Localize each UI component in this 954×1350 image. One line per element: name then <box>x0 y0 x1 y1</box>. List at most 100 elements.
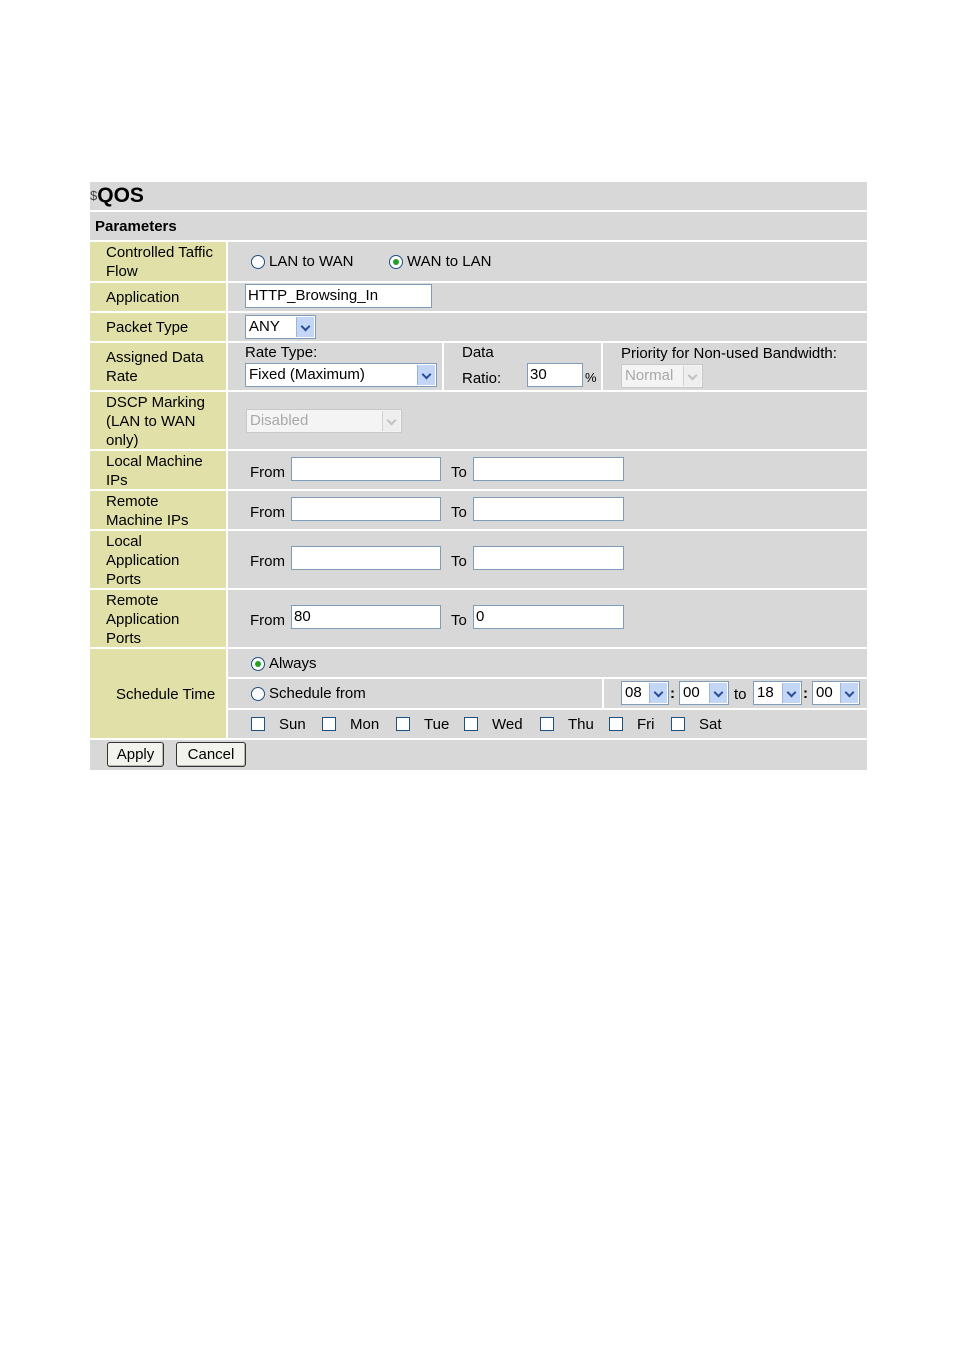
option-wan-to-lan[interactable]: WAN to LAN <box>407 253 491 270</box>
to-label: To <box>451 553 467 570</box>
local-ip-from-input[interactable] <box>291 457 441 481</box>
value-cell: From To <box>228 451 867 489</box>
label-schedule: Schedule Time <box>90 649 226 738</box>
ratio-label: Ratio: <box>462 370 502 387</box>
checkbox-mon[interactable] <box>322 717 336 731</box>
checkbox-thu[interactable] <box>540 717 554 731</box>
row-local-ports: Local Application Ports From To <box>90 531 867 588</box>
checkbox-sat[interactable] <box>671 717 685 731</box>
value-cell: From To <box>228 531 867 588</box>
label-assigned-rate: Assigned Data Rate <box>90 343 226 390</box>
chevron-down-icon <box>649 683 667 703</box>
rate-type-value: Fixed (Maximum) <box>249 366 365 383</box>
start-hour-value: 08 <box>625 684 642 701</box>
label-local-ports: Local Application Ports <box>90 531 226 588</box>
label-local-ips: Local Machine IPs <box>90 451 226 489</box>
row-local-ips: Local Machine IPs From To <box>90 451 867 489</box>
remote-ip-from-input[interactable] <box>291 497 441 521</box>
day-label-thu: Thu <box>568 716 594 733</box>
apply-button[interactable]: Apply <box>107 742 164 767</box>
label-remote-ports: Remote Application Ports <box>90 590 226 647</box>
label-line: Rate <box>106 368 138 385</box>
remote-port-from-input[interactable]: 80 <box>291 605 441 629</box>
schedule-days-cell: Sun Mon Tue Wed Thu Fri Sat <box>228 710 867 738</box>
row-remote-ips: Remote Machine IPs From To <box>90 491 867 529</box>
dscp-value: Disabled <box>250 412 309 429</box>
local-port-from-input[interactable] <box>291 546 441 570</box>
title-text: QOS <box>97 184 144 207</box>
label-line: Assigned Data <box>106 349 204 366</box>
value-cell: ANY <box>228 313 867 341</box>
to-label: to <box>734 686 747 703</box>
label-line: Local Machine <box>106 452 203 470</box>
time-colon: : <box>803 685 808 702</box>
chevron-down-icon <box>782 683 800 703</box>
row-application: Application HTTP_Browsing_In <box>90 283 867 311</box>
schedule-from-label[interactable]: Schedule from <box>269 685 366 702</box>
priority-select[interactable]: Normal <box>621 364 703 388</box>
day-label-fri: Fri <box>637 716 655 733</box>
radio-lan-to-wan[interactable] <box>251 255 265 269</box>
radio-wan-to-lan[interactable] <box>389 255 403 269</box>
label-line: Application <box>106 610 180 628</box>
to-label: To <box>451 504 467 521</box>
start-min-value: 00 <box>683 684 700 701</box>
from-label: From <box>250 464 285 481</box>
checkbox-fri[interactable] <box>609 717 623 731</box>
label-line: Flow <box>106 263 138 280</box>
label-line: Application <box>106 551 180 569</box>
percent-sign: % <box>585 370 597 385</box>
ratio-input[interactable]: 30 <box>527 363 583 387</box>
label-line: (LAN to WAN <box>106 412 196 430</box>
data-label: Data <box>462 344 494 361</box>
rate-type-select[interactable]: Fixed (Maximum) <box>245 363 437 387</box>
cancel-button[interactable]: Cancel <box>176 742 246 767</box>
label-line: Local <box>106 532 142 550</box>
checkbox-sun[interactable] <box>251 717 265 731</box>
remote-ip-to-input[interactable] <box>473 497 624 521</box>
packet-type-value: ANY <box>249 318 280 335</box>
label-line: Remote <box>106 492 159 510</box>
remote-port-to-input[interactable]: 0 <box>473 605 624 629</box>
label-line: Ports <box>106 629 142 647</box>
option-lan-to-wan[interactable]: LAN to WAN <box>269 253 353 270</box>
from-label: From <box>250 504 285 521</box>
label-line: DSCP Marking <box>106 393 205 411</box>
radio-schedule-from[interactable] <box>251 687 265 701</box>
time-colon: : <box>670 685 675 702</box>
from-label: From <box>250 612 285 629</box>
row-schedule: Schedule Time Always Schedule from 08 : … <box>90 649 867 738</box>
label-line: Ports <box>106 570 142 588</box>
label-line: Remote <box>106 591 159 609</box>
to-label: To <box>451 464 467 481</box>
local-ip-to-input[interactable] <box>473 457 624 481</box>
dscp-select[interactable]: Disabled <box>246 409 402 433</box>
row-assigned-rate: Assigned Data Rate Rate Type: Fixed (Maxi… <box>90 343 867 390</box>
checkbox-tue[interactable] <box>396 717 410 731</box>
packet-type-select[interactable]: ANY <box>245 315 316 339</box>
row-dscp: DSCP Marking (LAN to WAN only) Disabled <box>90 392 867 449</box>
checkbox-wed[interactable] <box>464 717 478 731</box>
radio-always[interactable] <box>251 657 265 671</box>
chevron-down-icon <box>382 411 400 431</box>
application-input[interactable]: HTTP_Browsing_In <box>245 284 432 308</box>
always-label[interactable]: Always <box>269 655 317 672</box>
value-cell: HTTP_Browsing_In <box>228 283 867 311</box>
label-line: IPs <box>106 471 128 489</box>
end-hour-value: 18 <box>757 684 774 701</box>
day-label-sat: Sat <box>699 716 722 733</box>
local-port-to-input[interactable] <box>473 546 624 570</box>
end-min-select[interactable]: 00 <box>812 681 860 705</box>
priority-label: Priority for Non-used Bandwidth: <box>621 345 837 362</box>
start-min-select[interactable]: 00 <box>679 681 729 705</box>
schedule-always-cell: Always <box>228 649 867 677</box>
label-remote-ips: Remote Machine IPs <box>90 491 226 529</box>
chevron-down-icon <box>709 683 727 703</box>
label-line: Machine IPs <box>106 511 189 529</box>
priority-value: Normal <box>625 367 674 384</box>
label-application: Application <box>90 283 226 311</box>
start-hour-select[interactable]: 08 <box>621 681 669 705</box>
end-hour-select[interactable]: 18 <box>753 681 802 705</box>
row-controlled-traffic: Controlled Taffic Flow LAN to WAN WAN to … <box>90 242 867 281</box>
to-label: To <box>451 612 467 629</box>
